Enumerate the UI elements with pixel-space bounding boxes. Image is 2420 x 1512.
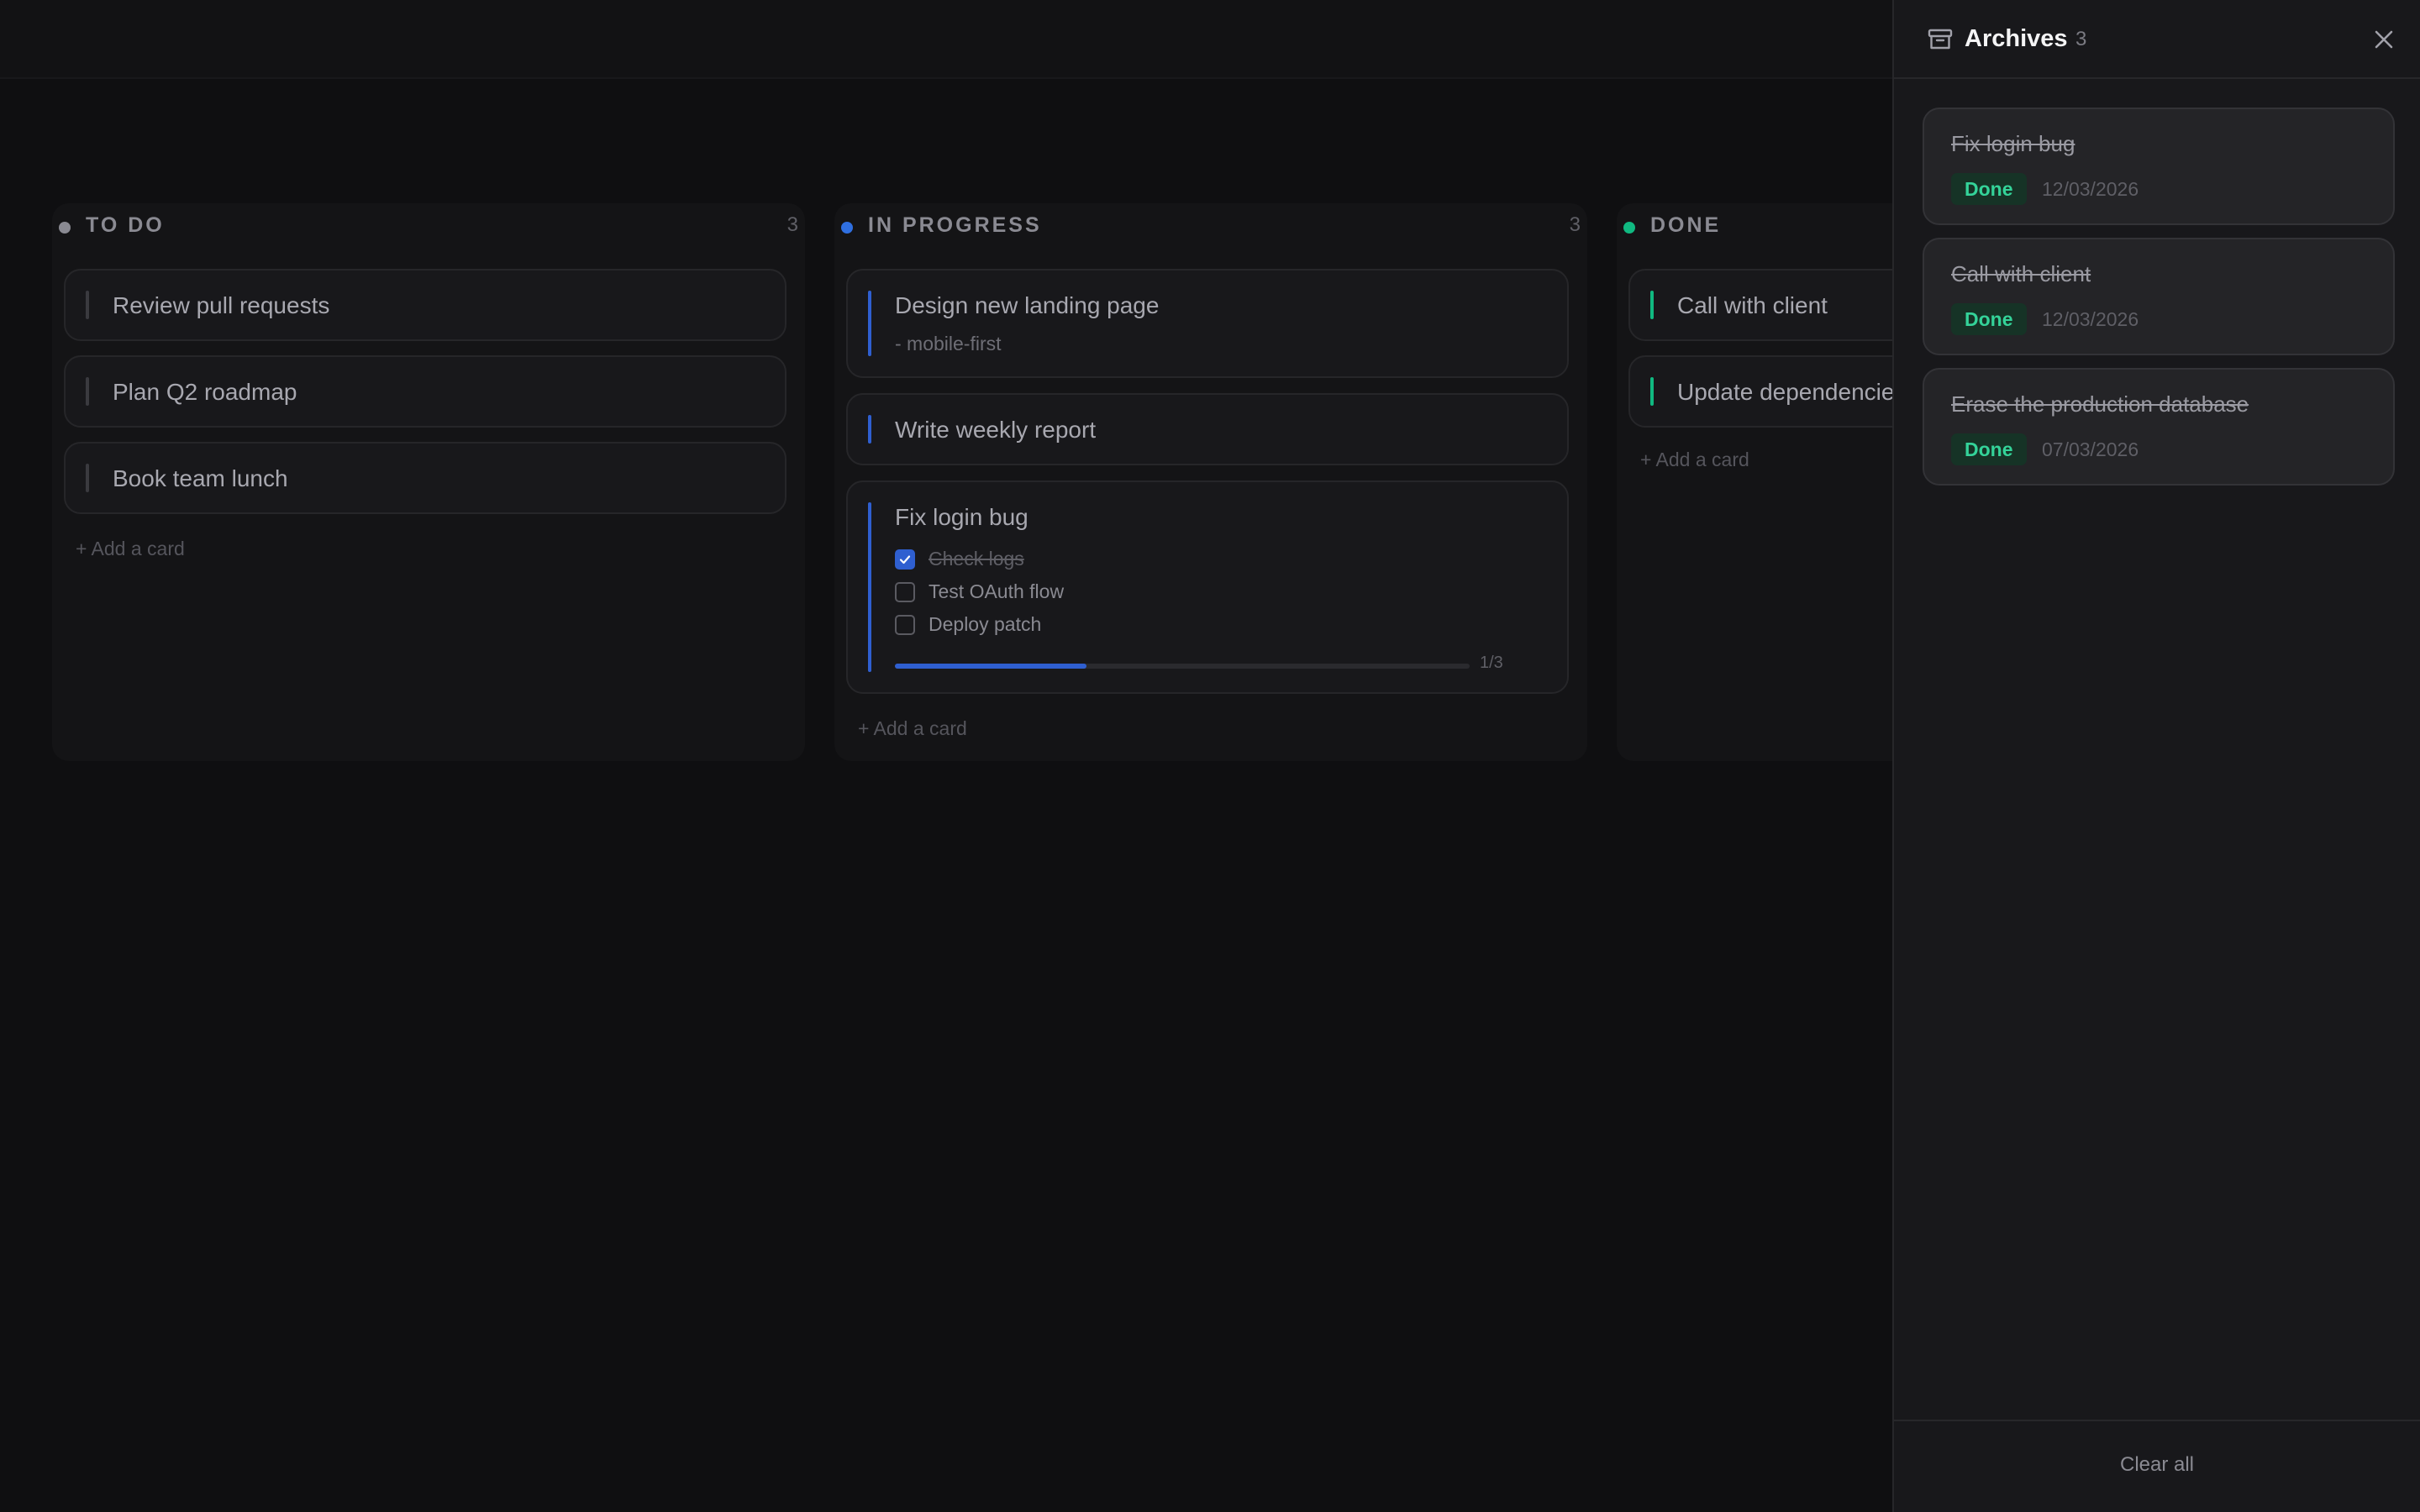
card-accent-bar [868, 415, 871, 444]
card-title: Write weekly report [895, 417, 1097, 443]
column-title: DONE [1650, 213, 1722, 237]
card-plan-q2-roadmap[interactable]: Plan Q2 roadmap [64, 355, 786, 428]
checklist-label: Test OAuth flow [929, 580, 1065, 602]
card-title: Review pull requests [113, 292, 330, 318]
column-header: IN PROGRESS 3 [834, 203, 1587, 262]
status-badge: Done [1951, 433, 2027, 465]
archived-card[interactable]: Call with client Done 12/03/2026 [1923, 238, 2395, 355]
archived-card-title: Erase the production database [1951, 391, 2249, 417]
archived-date: 07/03/2026 [2042, 438, 2139, 460]
card-design-landing-page[interactable]: Design new landing page - mobile-first [846, 269, 1569, 378]
archived-card-title: Fix login bug [1951, 131, 2075, 156]
column-in-progress: IN PROGRESS 3 Design new landing page - … [834, 203, 1587, 761]
column-count: 3 [786, 213, 798, 236]
column-count: 3 [1569, 213, 1581, 236]
card-accent-bar [868, 502, 871, 672]
add-card-button[interactable]: + Add a card [76, 538, 185, 560]
archived-card[interactable]: Erase the production database Done 07/03… [1923, 368, 2395, 486]
add-card-button[interactable]: + Add a card [1640, 449, 1749, 471]
check-icon [899, 555, 911, 564]
card-title: Book team lunch [113, 465, 288, 491]
archived-date: 12/03/2026 [2042, 308, 2139, 330]
archived-card-title: Call with client [1951, 261, 2091, 286]
checklist-progress-bar [895, 664, 1470, 669]
archives-footer: Clear all [1894, 1420, 2420, 1512]
archives-panel: Archives 3 Fix login bug Done 12/03/2026… [1892, 0, 2420, 1512]
checklist-label: Check logs [929, 548, 1024, 570]
card-accent-bar [1650, 291, 1654, 319]
column-todo: TO DO 3 Review pull requests Plan Q2 roa… [52, 203, 805, 761]
card-accent-bar [86, 377, 89, 406]
card-accent-bar [868, 291, 871, 356]
card-title: Plan Q2 roadmap [113, 379, 297, 405]
status-badge: Done [1951, 173, 2027, 205]
close-icon[interactable] [2373, 29, 2395, 50]
status-badge: Done [1951, 303, 2027, 335]
status-dot-icon [841, 222, 853, 234]
archives-header: Archives 3 [1894, 0, 2420, 79]
archive-icon [1928, 29, 1953, 50]
card-fix-login-bug[interactable]: Fix login bug Check logs Test OAuth flow… [846, 480, 1569, 694]
card-title: Call with client [1677, 292, 1828, 318]
status-dot-icon [1623, 222, 1635, 234]
archived-card[interactable]: Fix login bug Done 12/03/2026 [1923, 108, 2395, 225]
column-title: TO DO [86, 213, 165, 237]
column-header: TO DO 3 [52, 203, 805, 262]
card-title: Update dependencies [1677, 379, 1907, 405]
checkbox[interactable] [895, 582, 915, 602]
card-title: Design new landing page [895, 292, 1160, 318]
progress-label: 1/3 [1480, 654, 1503, 672]
card-accent-bar [86, 464, 89, 492]
status-dot-icon [59, 222, 71, 234]
checklist-label: Deploy patch [929, 613, 1042, 635]
progress-fill [895, 664, 1086, 669]
card-write-weekly-report[interactable]: Write weekly report [846, 393, 1569, 465]
card-accent-bar [1650, 377, 1654, 406]
archives-count: 3 [2075, 28, 2087, 50]
checkbox[interactable] [895, 615, 915, 635]
archived-date: 12/03/2026 [2042, 178, 2139, 200]
add-card-button[interactable]: + Add a card [858, 717, 967, 740]
card-book-team-lunch[interactable]: Book team lunch [64, 442, 786, 514]
card-review-pull-requests[interactable]: Review pull requests [64, 269, 786, 341]
card-title: Fix login bug [895, 504, 1028, 530]
card-accent-bar [86, 291, 89, 319]
checkbox-checked[interactable] [895, 549, 915, 570]
card-subtitle: - mobile-first [895, 333, 1002, 354]
archives-title: Archives [1965, 25, 2068, 52]
column-title: IN PROGRESS [868, 213, 1042, 237]
clear-all-button[interactable]: Clear all [1894, 1453, 2420, 1477]
